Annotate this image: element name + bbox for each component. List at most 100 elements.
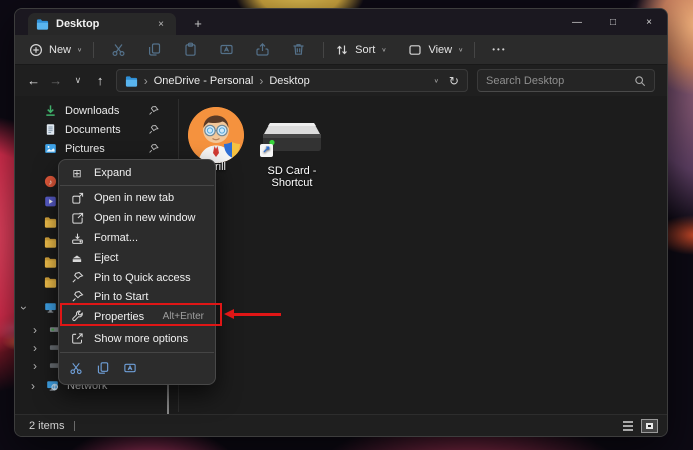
pin-icon [70, 290, 84, 303]
sort-label: Sort [355, 43, 376, 56]
videos-icon [44, 195, 57, 208]
chevron-collapsed-icon[interactable]: › [31, 380, 35, 392]
file-avatar[interactable] [188, 107, 246, 163]
file-sd-card-shortcut[interactable]: ↗ SD Card - Shortcut [260, 111, 324, 189]
copy-icon[interactable] [147, 42, 162, 57]
menu-item-label: Format... [94, 232, 139, 244]
breadcrumb-onedrive[interactable]: OneDrive - Personal [154, 75, 254, 87]
status-bar: 2 items [15, 414, 667, 436]
open-new-tab-icon [70, 192, 84, 205]
pin-icon [148, 143, 159, 154]
status-separator [74, 420, 76, 431]
delete-icon[interactable] [291, 42, 306, 57]
this-pc-icon [44, 301, 57, 314]
large-icons-view-icon[interactable] [641, 418, 658, 433]
folder-icon [44, 216, 57, 228]
search-input[interactable] [485, 74, 628, 87]
chevron-expanded-icon[interactable]: › [17, 306, 31, 310]
chevron-collapsed-icon[interactable]: › [33, 360, 37, 372]
sidebar-item-label: Pictures [65, 142, 105, 155]
documents-icon [44, 123, 57, 136]
menu-item-label: Show more options [94, 332, 189, 345]
forward-button[interactable]: → [49, 73, 62, 88]
chevron-down-icon: ∨ [381, 47, 387, 53]
sidebar-item-label: Documents [65, 123, 121, 136]
rename-icon[interactable] [123, 361, 137, 375]
network-icon [46, 379, 59, 392]
refresh-icon[interactable]: ↻ [449, 74, 459, 88]
sd-card-icon: ↗ [260, 111, 323, 163]
new-tab-button[interactable]: + [189, 16, 207, 31]
file-label-line1: SD Card - [267, 165, 317, 177]
desktop-wallpaper: Desktop × + — □ × New ∨ Sort ∨ View ∨ ••… [0, 0, 693, 450]
pin-icon [148, 105, 159, 116]
format-drive-icon [70, 232, 84, 245]
menu-item-expand[interactable]: ⊞ Expand [59, 163, 215, 183]
more-options-icon[interactable]: ••• [492, 45, 506, 54]
item-count: 2 items [29, 419, 65, 432]
up-button[interactable]: ↑ [94, 73, 107, 88]
search-box [476, 69, 655, 92]
menu-item-label: Expand [94, 167, 132, 179]
chevron-down-icon: ∨ [458, 47, 464, 53]
avatar [188, 107, 244, 163]
menu-separator [60, 185, 214, 186]
sort-icon [335, 43, 349, 57]
sidebar-item-documents[interactable]: Documents [15, 120, 175, 139]
chevron-collapsed-icon[interactable]: › [33, 324, 37, 336]
new-button[interactable]: New ∨ [29, 43, 82, 57]
menu-item-open-new-tab[interactable]: Open in new tab [59, 188, 215, 208]
menu-item-show-more-options[interactable]: Show more options [59, 327, 215, 350]
titlebar: Desktop × + — □ × [15, 9, 667, 35]
maximize-button[interactable]: □ [595, 9, 631, 35]
tab-close-icon[interactable]: × [154, 17, 168, 31]
recent-locations-button[interactable]: ∨ [71, 75, 84, 86]
toolbar-separator [93, 41, 95, 58]
cut-icon[interactable] [111, 42, 126, 57]
navigation-bar: ← → ∨ ↑ › OneDrive - Personal › Desktop … [15, 65, 667, 96]
breadcrumb-desktop[interactable]: Desktop [269, 75, 309, 87]
address-bar[interactable]: › OneDrive - Personal › Desktop ∨ ↻ [115, 69, 468, 92]
new-label: New [49, 43, 72, 56]
menu-item-label: Open in new window [94, 212, 196, 224]
cut-icon[interactable] [69, 361, 83, 375]
file-explorer-window: Desktop × + — □ × New ∨ Sort ∨ View ∨ ••… [14, 8, 668, 437]
music-icon: ♪ [44, 175, 57, 188]
chevron-collapsed-icon[interactable]: › [33, 342, 37, 354]
menu-quick-actions [59, 355, 215, 381]
folder-icon [44, 256, 57, 268]
view-button[interactable]: View ∨ [408, 43, 463, 57]
folder-icon [44, 276, 57, 288]
file-label-partial: rill [215, 161, 226, 173]
menu-item-label: Pin to Quick access [94, 271, 191, 284]
sidebar-item-downloads[interactable]: Downloads [15, 101, 175, 120]
menu-item-label: Open in new tab [94, 192, 175, 204]
paste-icon[interactable] [183, 42, 198, 57]
sidebar-item-pictures[interactable]: Pictures [15, 139, 175, 158]
breadcrumb-chevron-icon: › [143, 73, 148, 88]
menu-item-eject[interactable]: ⏏ Eject [59, 248, 215, 268]
sidebar-item-label: Downloads [65, 104, 120, 117]
menu-item-format[interactable]: Format... [59, 228, 215, 248]
share-icon[interactable] [255, 42, 270, 57]
tab-desktop[interactable]: Desktop × [28, 13, 176, 35]
minimize-button[interactable]: — [559, 9, 595, 35]
menu-item-pin-quick-access[interactable]: Pin to Quick access [59, 268, 215, 287]
window-controls: — □ × [559, 9, 667, 35]
new-plus-icon [29, 43, 43, 57]
close-button[interactable]: × [631, 9, 667, 35]
copy-icon[interactable] [96, 361, 110, 375]
menu-item-open-new-window[interactable]: Open in new window [59, 208, 215, 228]
address-dropdown-icon[interactable]: ∨ [434, 77, 439, 84]
rename-icon[interactable] [219, 42, 234, 57]
sort-button[interactable]: Sort ∨ [335, 43, 386, 57]
expand-icon: ⊞ [72, 167, 82, 180]
pin-icon [148, 124, 159, 135]
downloads-icon [44, 104, 57, 117]
file-label-line2: Shortcut [271, 177, 313, 189]
details-view-icon[interactable] [620, 418, 636, 434]
menu-item-label: Eject [94, 252, 119, 264]
toolbar-separator [474, 41, 476, 58]
back-button[interactable]: ← [27, 73, 40, 88]
desktop-folder-icon [36, 18, 49, 30]
